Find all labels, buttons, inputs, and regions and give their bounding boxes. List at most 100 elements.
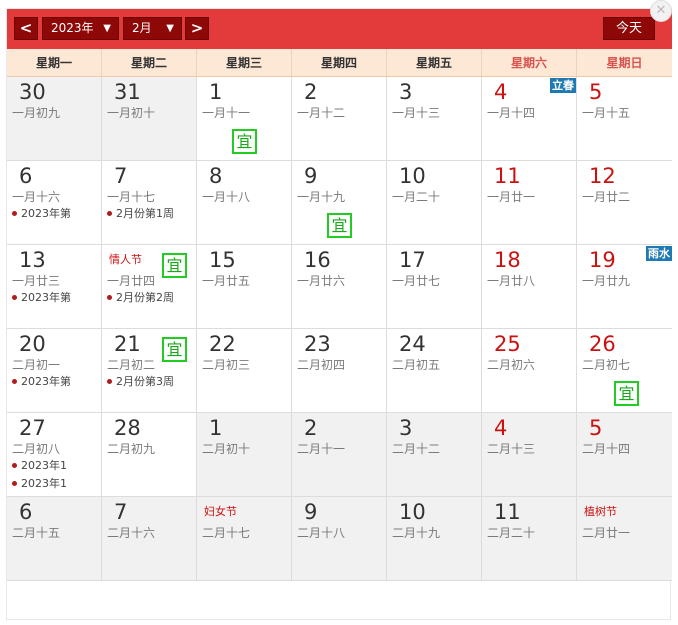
bullet-icon (12, 378, 17, 384)
day-cell[interactable]: 2 二月十一 (292, 413, 387, 497)
day-cell[interactable]: 11 一月廿一 (482, 161, 577, 245)
day-number: 24 (399, 332, 426, 356)
event-item[interactable]: 2023年第 (12, 207, 71, 221)
day-cell[interactable]: 5 一月十五 (577, 77, 672, 161)
day-cell[interactable]: 10 二月十九 (387, 497, 482, 581)
day-cell[interactable]: 2 一月十二 (292, 77, 387, 161)
calendar-week-row: 27 二月初八 2023年1 2023年1 28 二月初九 1 二月初十 2 二月十一 3 二月十二 4… (7, 413, 672, 497)
day-cell[interactable]: 情人节 一月廿四宜 2月份第2周 (102, 245, 197, 329)
calendar-week-row: 6 一月十六 2023年第 7 一月十七 2月份第1周 8 一月十八 9 一月十九宜 10 一月二十 1… (7, 161, 672, 245)
day-cell[interactable]: 9 二月十八 (292, 497, 387, 581)
day-cell[interactable]: 6 一月十六 2023年第 (7, 161, 102, 245)
day-number: 21 (114, 332, 141, 356)
auspicious-badge[interactable]: 宜 (162, 253, 187, 278)
auspicious-badge[interactable]: 宜 (614, 381, 639, 406)
event-item[interactable]: 2月份第2周 (107, 291, 174, 305)
bullet-icon (107, 210, 112, 216)
day-cell[interactable]: 13 一月廿三 2023年第 (7, 245, 102, 329)
auspicious-badge[interactable]: 宜 (327, 213, 352, 238)
event-item[interactable]: 2023年第 (12, 375, 71, 389)
month-select-value: 2月 (132, 21, 152, 35)
day-cell[interactable]: 3 一月十三 (387, 77, 482, 161)
lunar-date: 一月廿二 (582, 190, 631, 204)
close-icon[interactable]: ✕ (650, 0, 672, 22)
lunar-date: 二月初十 (202, 442, 251, 456)
day-cell[interactable]: 植树节 二月廿一 (577, 497, 672, 581)
chevron-left-icon: < (19, 19, 33, 37)
day-cell[interactable]: 12 一月廿二 (577, 161, 672, 245)
day-cell[interactable]: 30 一月初九 (7, 77, 102, 161)
day-cell[interactable]: 24 二月初五 (387, 329, 482, 413)
today-button[interactable]: 今天 (603, 17, 655, 40)
lunar-date: 二月十七 (202, 526, 251, 540)
day-cell[interactable]: 5 二月十四 (577, 413, 672, 497)
lunar-date: 一月初十 (107, 106, 156, 120)
day-cell[interactable]: 27 二月初八 2023年1 2023年1 (7, 413, 102, 497)
day-cell[interactable]: 22 二月初三 (197, 329, 292, 413)
lunar-date: 二月十八 (297, 526, 346, 540)
day-cell[interactable]: 23 二月初四 (292, 329, 387, 413)
day-cell[interactable]: 15 一月廿五 (197, 245, 292, 329)
day-cell[interactable]: 11 二月二十 (482, 497, 577, 581)
day-number: 9 (304, 164, 318, 188)
prev-month-button[interactable]: < (14, 17, 38, 40)
day-cell[interactable]: 妇女节 二月十七 (197, 497, 292, 581)
event-item[interactable]: 2023年第 (12, 291, 71, 305)
chevron-right-icon: > (190, 19, 204, 37)
day-cell[interactable]: 4 二月十三 (482, 413, 577, 497)
day-number: 18 (494, 248, 521, 272)
day-number: 7 (114, 500, 128, 524)
day-cell[interactable]: 9 一月十九宜 (292, 161, 387, 245)
bullet-icon (12, 294, 17, 300)
day-cell[interactable]: 3 二月十二 (387, 413, 482, 497)
day-cell[interactable]: 26 二月初七宜 (577, 329, 672, 413)
weekday-label: 星期二 (102, 49, 197, 76)
bullet-icon (12, 210, 17, 216)
year-select[interactable]: 2023年 ▼ (42, 17, 119, 40)
lunar-date: 二月初一 (12, 358, 61, 372)
day-cell[interactable]: 21 二月初二宜 2月份第3周 (102, 329, 197, 413)
auspicious-badge[interactable]: 宜 (232, 129, 257, 154)
day-cell[interactable]: 20 二月初一 2023年第 (7, 329, 102, 413)
lunar-date: 一月廿四 (107, 274, 156, 288)
day-cell[interactable]: 8 一月十八 (197, 161, 292, 245)
day-number: 5 (589, 80, 603, 104)
event-item[interactable]: 2月份第1周 (107, 207, 174, 221)
day-cell[interactable]: 25 二月初六 (482, 329, 577, 413)
event-item[interactable]: 2月份第3周 (107, 375, 174, 389)
day-number: 22 (209, 332, 236, 356)
day-cell[interactable]: 16 一月廿六 (292, 245, 387, 329)
day-cell[interactable]: 17 一月廿七 (387, 245, 482, 329)
bullet-icon (107, 378, 112, 384)
day-cell[interactable]: 19 一月廿九 雨水 (577, 245, 672, 329)
day-number: 30 (19, 80, 46, 104)
event-text: 2月份第3周 (116, 375, 174, 388)
day-cell[interactable]: 7 二月十六 (102, 497, 197, 581)
day-number: 3 (399, 416, 413, 440)
month-select[interactable]: 2月 ▼ (123, 17, 182, 40)
lunar-date: 一月十五 (582, 106, 631, 120)
event-item[interactable]: 2023年1 (12, 459, 67, 473)
day-number: 12 (589, 164, 616, 188)
solar-term-badge: 立春 (550, 78, 576, 93)
next-month-button[interactable]: > (185, 17, 209, 40)
festival-label: 妇女节 (204, 505, 237, 518)
day-cell[interactable]: 1 一月十一宜 (197, 77, 292, 161)
day-cell[interactable]: 1 二月初十 (197, 413, 292, 497)
day-cell[interactable]: 31 一月初十 (102, 77, 197, 161)
day-number: 28 (114, 416, 141, 440)
lunar-date: 一月廿一 (487, 190, 536, 204)
day-cell[interactable]: 18 一月廿八 (482, 245, 577, 329)
event-text: 2023年第 (21, 291, 71, 304)
day-number: 1 (209, 80, 223, 104)
day-cell[interactable]: 4 一月十四 立春 (482, 77, 577, 161)
day-cell[interactable]: 28 二月初九 (102, 413, 197, 497)
chevron-down-icon: ▼ (103, 23, 111, 34)
event-item[interactable]: 2023年1 (12, 477, 67, 491)
day-cell[interactable]: 6 二月十五 (7, 497, 102, 581)
auspicious-badge[interactable]: 宜 (162, 337, 187, 362)
day-cell[interactable]: 10 一月二十 (387, 161, 482, 245)
day-cell[interactable]: 7 一月十七 2月份第1周 (102, 161, 197, 245)
day-number: 10 (399, 500, 426, 524)
event-text: 2月份第2周 (116, 291, 174, 304)
